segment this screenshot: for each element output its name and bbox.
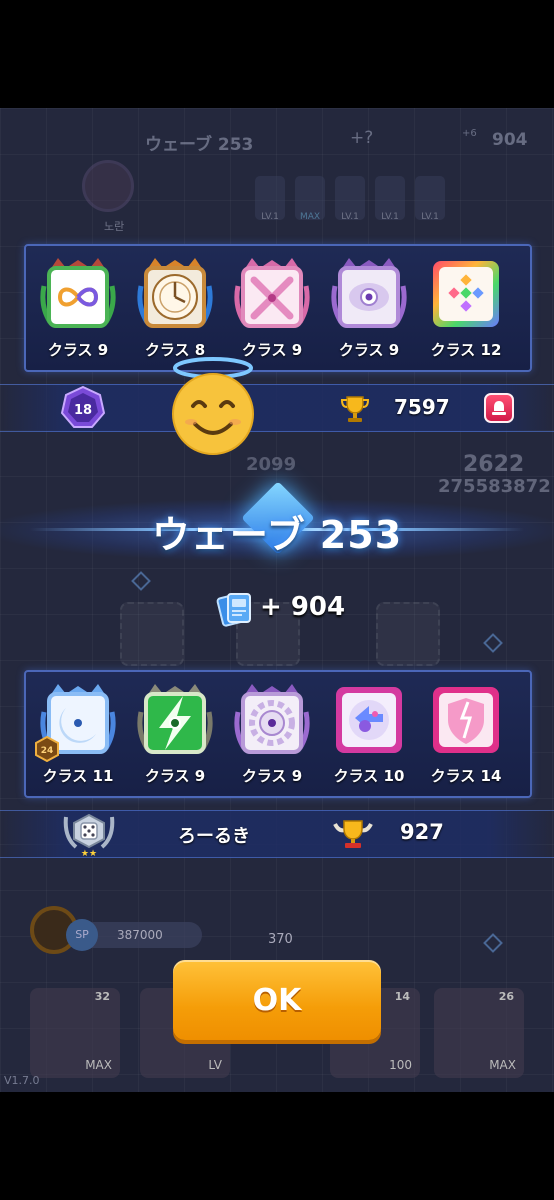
background-level-slot: MAX <box>295 176 325 222</box>
opponent-dice-panel: クラス 9 クラス 8 クラス 9 クラス 9 クラス 12 <box>24 244 532 372</box>
opponent-rank-badge: 18 <box>60 385 106 435</box>
background-board-slot <box>376 602 440 666</box>
dice-class-label: クラス 11 <box>42 767 114 785</box>
wave-title: ウェーブ 253 <box>151 513 403 557</box>
background-score-a: 2622 <box>463 452 525 477</box>
svg-text:24: 24 <box>41 746 54 756</box>
gear-dice-icon <box>234 682 310 758</box>
ok-button-label: OK <box>252 983 302 1018</box>
background-wave-label: ウェーブ 253 <box>145 135 254 155</box>
opponent-dice-card[interactable]: クラス 12 <box>428 256 504 360</box>
player-rank-badge: ★★ <box>62 811 116 861</box>
background-card-count: 904 <box>492 130 528 150</box>
background-level-slot: LV.1 <box>415 176 445 222</box>
player-dice-card[interactable]: クラス 9 <box>137 682 213 786</box>
ok-button[interactable]: OK <box>173 960 381 1040</box>
background-level-slot: LV.1 <box>375 176 405 222</box>
player-dice-card[interactable]: クラス 14 <box>428 682 504 786</box>
cross-dice-icon <box>234 256 310 332</box>
background-mid-value: 370 <box>268 932 293 947</box>
dice-class-label: クラス 14 <box>430 767 502 785</box>
background-unknown-label: +? <box>350 128 374 148</box>
opponent-dice-card[interactable]: クラス 9 <box>331 256 407 360</box>
svg-text:★★: ★★ <box>81 849 97 857</box>
player-dice-card[interactable]: クラス 10 <box>331 682 407 786</box>
eye-dice-icon <box>331 256 407 332</box>
player-info-bar: ★★ ろーるき 927 <box>0 810 554 861</box>
shield-dice-icon <box>428 682 504 758</box>
opponent-dice-card[interactable]: クラス 9 <box>40 256 116 360</box>
background-player-name: 노란 <box>104 220 125 233</box>
lightning-dice-icon <box>137 682 213 758</box>
player-name: ろーるき <box>178 826 250 847</box>
background-avatar <box>82 160 134 212</box>
background-header: 노란 ウェーブ 253 +? 904 +6 LV.1 MAX LV.1 LV.1… <box>0 108 554 233</box>
player-trophy-count: 927 <box>400 820 444 844</box>
cards-icon <box>216 590 256 632</box>
siren-icon <box>492 401 506 415</box>
trophy-icon <box>340 394 370 428</box>
winged-trophy-icon <box>333 818 373 854</box>
background-deck-card: 32 MAX <box>30 988 120 1078</box>
rainbow-dice-icon <box>428 256 504 332</box>
dice-class-label: クラス 12 <box>430 341 502 359</box>
opponent-trophy-count: 7597 <box>394 395 450 419</box>
smiling-halo-emoji-icon <box>165 354 261 458</box>
infinity-dice-icon <box>40 256 116 332</box>
background-score-b: 275583872 <box>438 476 551 497</box>
background-level-slot: LV.1 <box>335 176 365 222</box>
player-dice-card[interactable]: 24 クラス 11 <box>35 682 116 786</box>
dice-class-label: クラス 9 <box>338 341 400 359</box>
player-dice-panel: 24 クラス 11 クラス 9 クラス 9 クラス 10 クラス 14 <box>24 670 532 798</box>
background-level-row: LV.1 MAX LV.1 LV.1 LV.1 <box>255 176 445 222</box>
background-sp-bar: SP 387000 <box>66 919 202 951</box>
opponent-rank-value: 18 <box>74 403 92 418</box>
background-sp-value: 387000 <box>117 928 163 942</box>
background-level-slot: LV.1 <box>255 176 285 222</box>
dice-class-label: クラス 9 <box>47 341 109 359</box>
moon-dice-icon: 24 <box>35 682 116 762</box>
dice-class-label: クラス 9 <box>241 767 303 785</box>
clock-dice-icon <box>137 256 213 332</box>
opponent-info-bar: 18 7597 <box>0 384 554 432</box>
card-reward-value: + 904 <box>260 592 346 622</box>
report-button[interactable] <box>484 393 514 423</box>
dice-class-label: クラス 9 <box>144 767 206 785</box>
level-badge-icon: 24 <box>35 736 59 762</box>
background-sp-label: SP <box>66 919 98 951</box>
background-version: V1.7.0 <box>4 1074 40 1087</box>
game-screen: 노란 ウェーブ 253 +? 904 +6 LV.1 MAX LV.1 LV.1… <box>0 108 554 1092</box>
dice-class-label: クラス 10 <box>333 767 405 785</box>
background-deck-card: 26 MAX <box>434 988 524 1078</box>
opponent-dice-card[interactable]: クラス 9 <box>234 256 310 360</box>
player-dice-card[interactable]: クラス 9 <box>234 682 310 786</box>
background-board-slot <box>120 602 184 666</box>
background-card-plus: +6 <box>462 128 477 139</box>
swap-dice-icon <box>331 682 407 758</box>
opponent-dice-card[interactable]: クラス 8 <box>137 256 213 360</box>
